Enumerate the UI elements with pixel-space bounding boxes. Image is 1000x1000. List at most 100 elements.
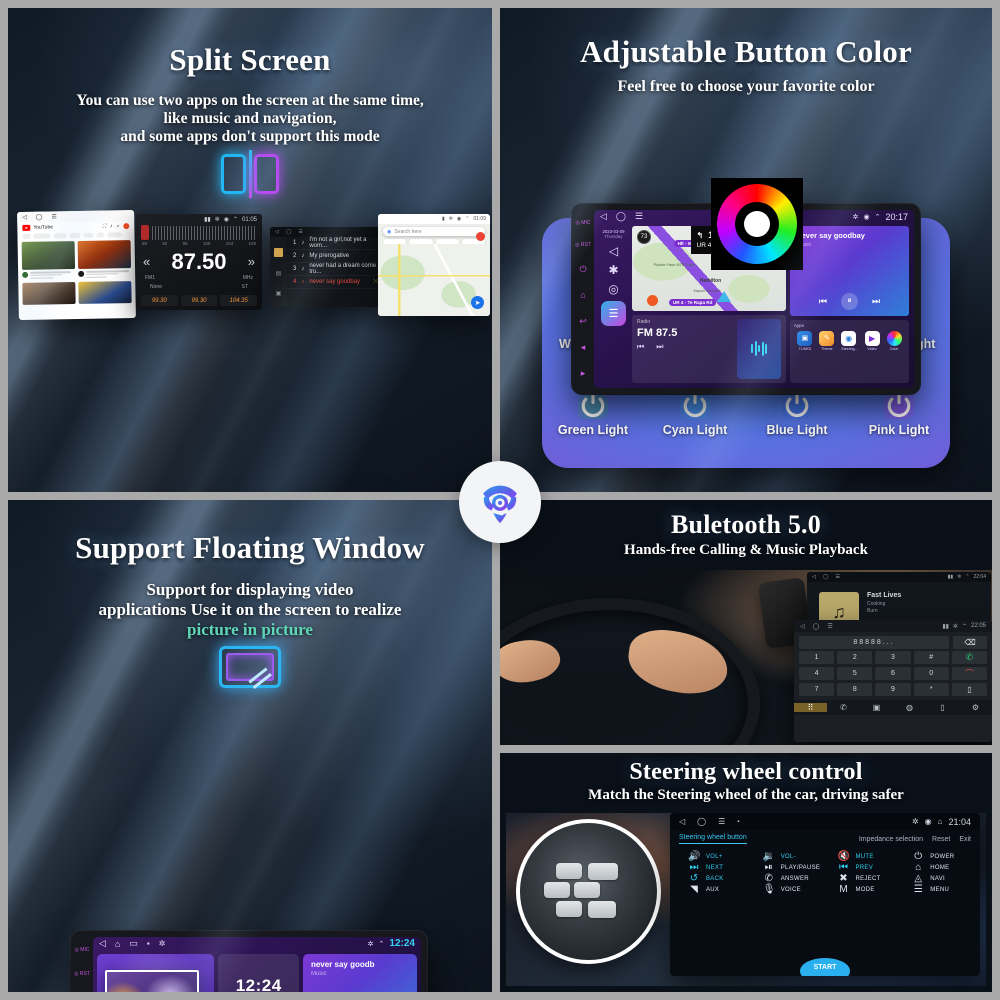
- dial-key[interactable]: #: [913, 651, 949, 664]
- search-icon[interactable]: ⌕: [116, 223, 119, 229]
- home-icon[interactable]: ◯: [813, 623, 820, 630]
- list-item[interactable]: 1 ♪ I'm not a girl,not yet a wom...: [287, 237, 384, 250]
- back-icon[interactable]: ◁: [679, 817, 685, 826]
- list-item[interactable]: [78, 281, 132, 305]
- swc-cell-prev[interactable]: ⏮ PREV: [826, 863, 900, 873]
- home-icon[interactable]: ⌂: [115, 939, 120, 949]
- play-pause-button[interactable]: ⏸: [841, 292, 859, 310]
- color-picker-dialog[interactable]: [711, 178, 803, 270]
- apps-icon[interactable]: ☰: [601, 301, 626, 327]
- music-widget[interactable]: never say goodb Music ⏮ ⏸ ⏭: [302, 954, 417, 992]
- tab-steering-wheel-button[interactable]: Steering wheel button: [679, 834, 747, 844]
- app-steering[interactable]: ◉ Steering...: [841, 330, 858, 351]
- home-icon[interactable]: ◯: [616, 211, 626, 222]
- swc-cell-reject[interactable]: ✖ REJECT: [826, 874, 900, 884]
- menu-icon[interactable]: ☰: [827, 623, 832, 630]
- reset-icon[interactable]: ◎ RST: [74, 972, 90, 977]
- swc-cell-vol-up[interactable]: 🔊 VOL+: [676, 852, 750, 862]
- bluetooth-icon[interactable]: ✲: [159, 939, 166, 948]
- seek-down-button[interactable]: «: [143, 254, 150, 269]
- tab-bluetooth-audio[interactable]: ◍: [893, 703, 926, 712]
- cast-icon[interactable]: ⛶: [102, 223, 106, 229]
- menu-icon[interactable]: ☰: [298, 229, 302, 235]
- home-icon[interactable]: ⌂: [580, 290, 585, 300]
- navigation-icon[interactable]: ◁: [609, 244, 618, 258]
- list-item[interactable]: [77, 240, 132, 279]
- dial-key[interactable]: 6: [875, 667, 911, 680]
- menu-icon[interactable]: ☰: [718, 817, 725, 826]
- list-item[interactable]: [22, 282, 76, 306]
- dial-key[interactable]: 0: [913, 667, 949, 680]
- back-icon[interactable]: ◁: [22, 214, 27, 221]
- prev-track-button[interactable]: ⏮: [819, 296, 827, 307]
- swc-cell-aux[interactable]: ◥ AUX: [676, 885, 750, 895]
- home-icon[interactable]: ◯: [36, 214, 43, 221]
- swc-cell-play-pause[interactable]: ⏯ PLAY/PAUSE: [751, 863, 825, 873]
- impedance-selection-button[interactable]: Impedance selection: [859, 836, 923, 843]
- music-widget[interactable]: never say goodbay Music ⏮ ⏸ ⏭: [790, 226, 909, 316]
- hangup-button[interactable]: ⌒: [951, 667, 987, 680]
- radio-preset-2[interactable]: 99.30: [180, 295, 218, 306]
- swc-cell-home[interactable]: ⌂ HOME: [900, 863, 974, 873]
- account-avatar[interactable]: [476, 232, 485, 241]
- list-item[interactable]: 3 ♪ never had a dream come tru...: [287, 263, 384, 276]
- dial-key[interactable]: 4: [799, 667, 835, 680]
- settings-icon[interactable]: ◎: [608, 282, 618, 296]
- back-icon[interactable]: ◁: [99, 938, 106, 949]
- album-art-icon[interactable]: [274, 247, 283, 257]
- power-icon[interactable]: ⏻: [579, 264, 586, 274]
- swc-cell-mode[interactable]: M MODE: [826, 885, 900, 895]
- dial-key[interactable]: *: [913, 683, 949, 696]
- screenshot-icon[interactable]: ▪: [147, 939, 150, 948]
- app-color[interactable]: Color: [886, 330, 902, 351]
- tab-contacts[interactable]: ▣: [860, 703, 893, 712]
- swc-cell-answer[interactable]: ✆ ANSWER: [751, 874, 825, 884]
- mic-icon[interactable]: ◎ MIC: [576, 220, 591, 226]
- screenshot-icon[interactable]: ▪: [737, 819, 739, 825]
- phone-number-field[interactable]: 88888...: [799, 636, 949, 649]
- swc-cell-back[interactable]: ↺ BACK: [676, 874, 750, 884]
- swc-cell-vol-down[interactable]: 🔉 VOL-: [751, 852, 825, 862]
- tab-settings[interactable]: ⚙: [959, 703, 992, 712]
- tab-call-log[interactable]: ✆: [827, 703, 860, 712]
- dial-key[interactable]: 5: [837, 667, 873, 680]
- list-item[interactable]: 2 ♪ My prerogative: [287, 250, 384, 263]
- back-icon[interactable]: ◁: [800, 623, 805, 630]
- recenter-button[interactable]: [647, 294, 659, 306]
- recents-icon[interactable]: ▭: [129, 938, 138, 949]
- tab-keypad[interactable]: ⠿: [794, 703, 827, 712]
- app-tlinks[interactable]: ▣ TLINKS: [797, 330, 813, 351]
- menu-icon[interactable]: ☰: [51, 213, 56, 220]
- back-icon[interactable]: ↩: [579, 316, 587, 326]
- app-theme[interactable]: ✎ Theme: [819, 330, 835, 351]
- directions-button[interactable]: ➤: [471, 296, 484, 309]
- swc-cell-menu[interactable]: ☰ MENU: [900, 885, 974, 895]
- swc-cell-next[interactable]: ⏭ NEXT: [676, 863, 750, 873]
- volume-up-icon[interactable]: ▸: [581, 368, 586, 378]
- dial-key[interactable]: 3: [875, 651, 911, 664]
- mic-icon[interactable]: ◎ MIC: [75, 948, 90, 953]
- folder-icon[interactable]: ▣: [276, 290, 282, 297]
- seek-up-button[interactable]: »: [248, 254, 255, 269]
- volume-down-icon[interactable]: ◂: [581, 342, 586, 352]
- back-icon[interactable]: ◁: [600, 211, 607, 222]
- dial-key[interactable]: 9: [875, 683, 911, 696]
- next-track-button[interactable]: ⏭: [872, 296, 880, 307]
- swc-cell-mute[interactable]: 🔇 MUTE: [826, 852, 900, 862]
- clock-widget[interactable]: 12:24 2023/03/14 Tuesday: [218, 954, 299, 992]
- prev-track-button[interactable]: ⏮: [637, 342, 644, 352]
- reset-icon[interactable]: ◎ RST: [575, 242, 591, 248]
- menu-icon[interactable]: ☰: [835, 574, 839, 580]
- equalizer-icon[interactable]: ▤: [276, 270, 282, 277]
- search-input[interactable]: ◉ Search here: [383, 227, 485, 236]
- app-video[interactable]: ▶ Video: [864, 330, 880, 351]
- home-icon[interactable]: ◯: [823, 574, 829, 580]
- back-icon[interactable]: ◁: [812, 574, 816, 580]
- radio-preset-1[interactable]: 99.30: [141, 295, 178, 306]
- call-button[interactable]: ✆: [951, 651, 987, 664]
- exit-button[interactable]: Exit: [959, 836, 971, 843]
- list-item[interactable]: 4 ♪ never say goodbay ⤬: [287, 276, 384, 289]
- transfer-call-button[interactable]: ▯: [951, 683, 987, 696]
- home-icon[interactable]: ◯: [697, 817, 706, 826]
- swc-cell-power[interactable]: ⏻ POWER: [900, 852, 974, 862]
